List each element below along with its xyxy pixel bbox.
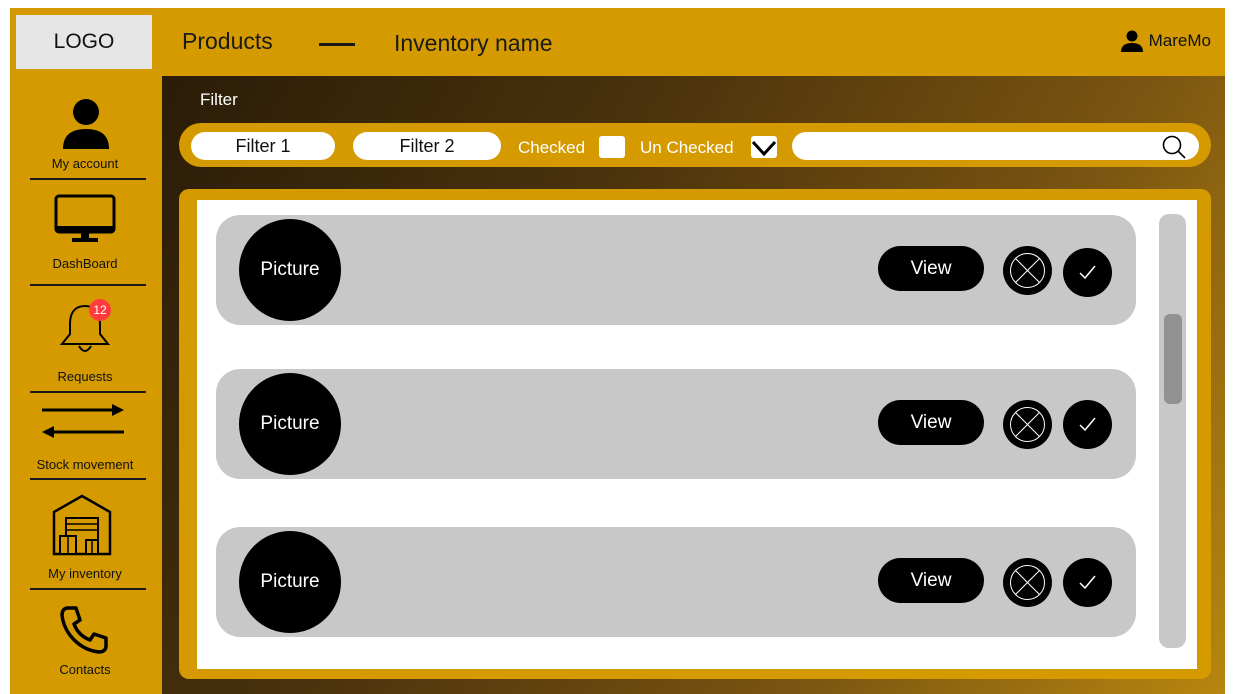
approve-button[interactable] bbox=[1063, 558, 1112, 607]
filter-2-button[interactable]: Filter 2 bbox=[353, 132, 501, 160]
close-icon bbox=[1010, 407, 1045, 442]
view-button[interactable]: View bbox=[878, 558, 984, 603]
app-window: LOGO My account DashBoard 12 Requests St… bbox=[10, 8, 1225, 694]
approve-button[interactable] bbox=[1063, 400, 1112, 449]
sidebar-item-my-account[interactable]: My account bbox=[10, 92, 162, 182]
unchecked-label: Un Checked bbox=[640, 138, 734, 157]
reject-button[interactable] bbox=[1003, 400, 1052, 449]
user-icon bbox=[63, 99, 109, 149]
filter-1-button[interactable]: Filter 1 bbox=[191, 132, 335, 160]
check-icon bbox=[751, 140, 777, 157]
reject-button[interactable] bbox=[1003, 558, 1052, 607]
unchecked-checkbox[interactable] bbox=[751, 136, 777, 158]
checked-label: Checked bbox=[518, 138, 586, 157]
sidebar-divider bbox=[30, 178, 146, 180]
sidebar-item-label: Contacts bbox=[59, 662, 111, 677]
breadcrumb-inventory-name: Inventory name bbox=[394, 30, 553, 56]
filter-title: Filter bbox=[200, 90, 238, 109]
user-icon bbox=[1120, 30, 1143, 52]
list-item: Picture View bbox=[216, 527, 1136, 637]
check-icon bbox=[1079, 575, 1096, 590]
sidebar-item-stock-movement[interactable]: Stock movement bbox=[10, 396, 162, 480]
sidebar-item-dashboard[interactable]: DashBoard bbox=[10, 190, 162, 280]
sidebar-item-my-inventory[interactable]: My inventory bbox=[10, 490, 162, 590]
view-button[interactable]: View bbox=[878, 400, 984, 445]
top-header: Products Inventory name MareMo bbox=[162, 8, 1225, 76]
close-icon bbox=[1010, 253, 1045, 288]
sidebar-divider bbox=[30, 391, 146, 393]
search-icon[interactable] bbox=[1162, 135, 1186, 159]
scrollbar-thumb[interactable] bbox=[1164, 314, 1182, 404]
product-picture: Picture bbox=[239, 531, 341, 633]
product-picture: Picture bbox=[239, 373, 341, 475]
sidebar-item-label: DashBoard bbox=[52, 256, 118, 271]
warehouse-icon bbox=[52, 494, 112, 556]
sidebar-item-label: My account bbox=[51, 156, 119, 171]
product-list: Picture View Picture View Picture View bbox=[197, 200, 1197, 669]
check-icon bbox=[1079, 265, 1096, 280]
main-content: Filter Filter 1 Filter 2 Checked Un Chec… bbox=[162, 76, 1225, 694]
product-list-panel: Picture View Picture View Picture View bbox=[179, 189, 1211, 679]
check-icon bbox=[1079, 417, 1096, 432]
sidebar-item-label: Stock movement bbox=[36, 457, 134, 472]
filter-bar: Filter 1 Filter 2 Checked Un Checked bbox=[179, 123, 1211, 167]
approve-button[interactable] bbox=[1063, 248, 1112, 297]
sidebar-item-label: My inventory bbox=[48, 566, 122, 581]
breadcrumb-separator bbox=[319, 43, 355, 46]
checked-checkbox[interactable] bbox=[599, 136, 625, 158]
close-icon bbox=[1010, 565, 1045, 600]
sidebar-divider bbox=[30, 478, 146, 480]
search-input[interactable] bbox=[792, 132, 1199, 160]
list-item: Picture View bbox=[216, 215, 1136, 325]
view-button[interactable]: View bbox=[878, 246, 984, 291]
breadcrumb-products[interactable]: Products bbox=[182, 28, 273, 55]
sidebar-item-contacts[interactable]: Contacts bbox=[10, 598, 162, 688]
logo: LOGO bbox=[16, 15, 152, 69]
user-name: MareMo bbox=[1148, 31, 1211, 50]
notification-badge: 12 bbox=[89, 299, 111, 321]
phone-icon bbox=[60, 606, 108, 654]
product-picture: Picture bbox=[239, 219, 341, 321]
sidebar-divider bbox=[30, 284, 146, 286]
sidebar-item-requests[interactable]: 12 Requests bbox=[10, 294, 162, 390]
reject-button[interactable] bbox=[1003, 246, 1052, 295]
arrows-icon bbox=[42, 404, 124, 438]
scrollbar[interactable] bbox=[1159, 214, 1186, 648]
list-item: Picture View bbox=[216, 369, 1136, 479]
sidebar: LOGO My account DashBoard 12 Requests St… bbox=[10, 8, 162, 694]
user-menu[interactable]: MareMo bbox=[1120, 30, 1211, 52]
sidebar-item-label: Requests bbox=[57, 369, 113, 384]
sidebar-divider bbox=[30, 588, 146, 590]
monitor-icon bbox=[54, 194, 116, 242]
